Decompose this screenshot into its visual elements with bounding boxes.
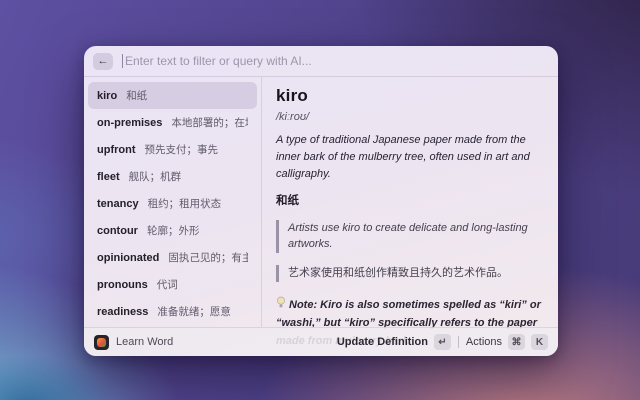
word-translation: 租约；租用状态: [147, 198, 222, 210]
word-list-item-pronouns[interactable]: pronouns 代词: [88, 271, 257, 298]
word-label: pronouns: [97, 278, 148, 291]
app-name-label: Learn Word: [116, 336, 174, 348]
main-area: kiro 和纸 on-premises 本地部署的；在场所内的 upfront …: [84, 77, 558, 347]
word-label: opinionated: [97, 251, 160, 264]
example-sentence-zh: 艺术家使用和纸创作精致且持久的艺术作品。: [276, 264, 544, 283]
footer-divider: [457, 336, 459, 348]
word-list-item-kiro[interactable]: kiro 和纸: [88, 82, 257, 109]
text-cursor: [122, 54, 123, 68]
actions-label: Actions: [465, 336, 502, 348]
learn-word-app-icon: [94, 334, 109, 350]
actions-button[interactable]: Actions ⌘ K: [466, 334, 548, 350]
word-translation: 轮廓；外形: [146, 225, 200, 237]
word-list-item-upfront[interactable]: upfront 预先支付；事先: [88, 136, 257, 163]
translation-text: 和纸: [276, 195, 299, 208]
word-label: readiness: [97, 305, 149, 318]
pronunciation: /kiːroʊ/: [276, 111, 310, 123]
search-input[interactable]: Enter text to filter or query with AI...: [125, 54, 312, 68]
update-definition-button[interactable]: Update Definition ↵: [337, 334, 451, 350]
word-label: tenancy: [97, 197, 139, 210]
word-label: fleet: [97, 170, 120, 183]
learn-word-window: ← Enter text to filter or query with AI.…: [84, 46, 558, 356]
word-translation: 本地部署的；在场所内的: [171, 117, 248, 129]
word-list-item-fleet[interactable]: fleet 舰队；机群: [88, 163, 257, 190]
return-key-icon: ↵: [433, 334, 451, 350]
word-label: on-premises: [97, 116, 163, 129]
word-title: kiro: [276, 86, 308, 105]
back-arrow-icon: ←: [97, 55, 109, 67]
word-label: kiro: [97, 89, 118, 102]
word-translation: 预先支付；事先: [144, 144, 218, 156]
word-translation: 和纸: [126, 90, 148, 102]
word-list-item-contour[interactable]: contour 轮廓；外形: [88, 217, 257, 244]
example-sentence-en: Artists use kiro to create delicate and …: [276, 220, 544, 253]
word-translation: 舰队；机群: [128, 171, 182, 183]
k-key-icon: K: [531, 334, 548, 350]
word-translation: 固执己见的；有主见的: [168, 252, 248, 264]
lightbulb-icon: [277, 296, 285, 308]
update-definition-label: Update Definition: [336, 336, 428, 348]
definition-panel: kiro /kiːroʊ/ A type of traditional Japa…: [262, 77, 558, 347]
word-translation: 准备就绪；愿意: [157, 306, 231, 318]
back-button[interactable]: ←: [93, 52, 113, 70]
action-bar: Learn Word Update Definition ↵ Actions ⌘…: [84, 327, 558, 356]
search-bar: ← Enter text to filter or query with AI.…: [84, 46, 558, 77]
word-list: kiro 和纸 on-premises 本地部署的；在场所内的 upfront …: [84, 77, 262, 327]
command-key-icon: ⌘: [508, 334, 525, 350]
word-translation: 代词: [156, 279, 178, 291]
word-label: contour: [97, 224, 138, 237]
word-list-item-readiness[interactable]: readiness 准备就绪；愿意: [88, 298, 257, 325]
word-list-item-tenancy[interactable]: tenancy 租约；租用状态: [88, 190, 257, 217]
word-label: upfront: [97, 143, 136, 156]
footer-actions: Update Definition ↵ Actions ⌘ K: [337, 334, 548, 350]
word-list-item-on-premises[interactable]: on-premises 本地部署的；在场所内的: [88, 109, 257, 136]
word-list-item-opinionated[interactable]: opinionated 固执己见的；有主见的: [88, 244, 257, 271]
definition-text: A type of traditional Japanese paper mad…: [276, 134, 530, 181]
